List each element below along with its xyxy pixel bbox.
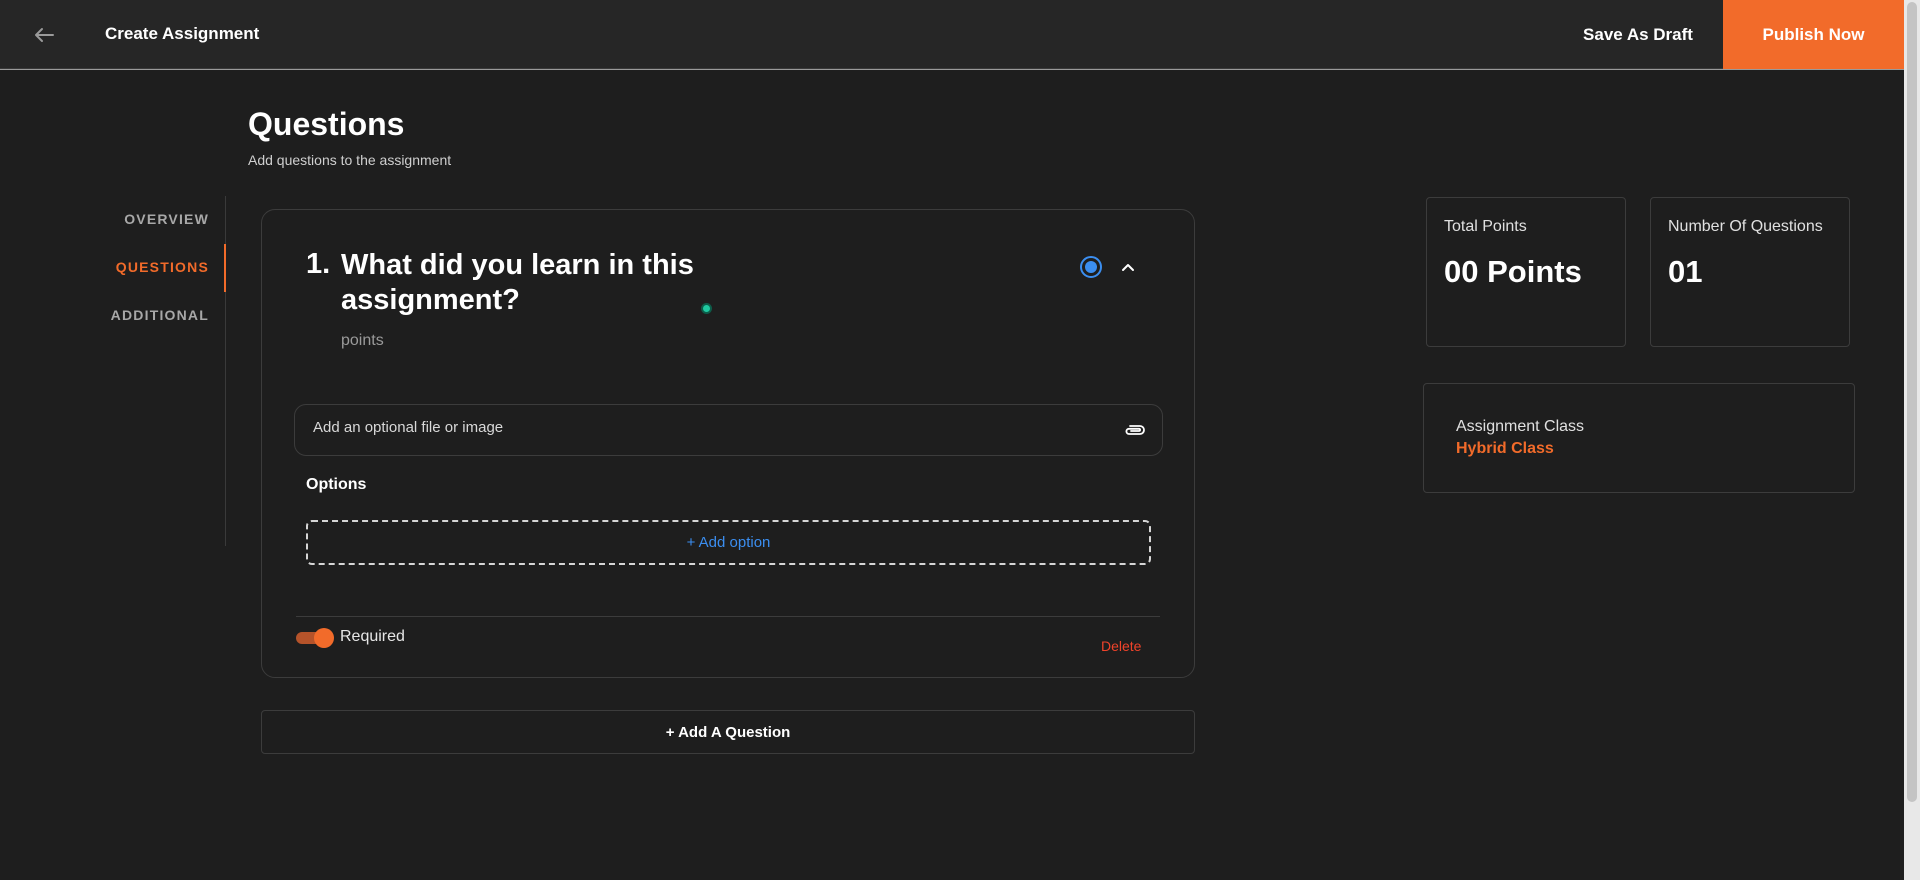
question-title[interactable]: What did you learn in this assignment? bbox=[341, 248, 781, 318]
add-option-button[interactable]: + Add option bbox=[306, 520, 1151, 565]
collapse-button[interactable] bbox=[1117, 256, 1139, 278]
page-subtitle: Add questions to the assignment bbox=[248, 152, 452, 168]
nav-item-additional[interactable]: ADDITIONAL bbox=[111, 307, 209, 323]
question-count-card: Number Of Questions 01 bbox=[1650, 197, 1850, 347]
divider bbox=[296, 616, 1160, 617]
total-points-label: Total Points bbox=[1444, 218, 1527, 235]
page-header-title: Create Assignment bbox=[105, 24, 260, 43]
paperclip-icon[interactable] bbox=[1124, 421, 1146, 439]
question-number: 1. bbox=[306, 248, 331, 280]
required-label: Required bbox=[340, 628, 405, 645]
delete-button[interactable]: Delete bbox=[1101, 638, 1141, 654]
nav-item-questions[interactable]: QUESTIONS bbox=[116, 259, 209, 275]
attachment-placeholder: Add an optional file or image bbox=[313, 419, 504, 436]
question-card: 1. What did you learn in this assignment… bbox=[261, 209, 1195, 678]
question-count-value: 01 bbox=[1668, 254, 1703, 289]
radio-icon[interactable] bbox=[1080, 256, 1102, 278]
attachment-field[interactable]: Add an optional file or image bbox=[294, 404, 1163, 456]
total-points-card: Total Points 00 Points bbox=[1426, 197, 1626, 347]
total-points-value: 00 Points bbox=[1444, 254, 1582, 289]
publish-button[interactable]: Publish Now bbox=[1723, 0, 1904, 69]
options-label: Options bbox=[306, 476, 367, 493]
chevron-up-icon bbox=[1122, 264, 1134, 271]
question-count-label: Number Of Questions bbox=[1668, 218, 1823, 235]
scrollbar-thumb[interactable] bbox=[1907, 2, 1917, 802]
back-button[interactable] bbox=[28, 22, 60, 48]
assignment-class-value[interactable]: Hybrid Class bbox=[1456, 440, 1554, 458]
add-question-button[interactable]: + Add A Question bbox=[261, 710, 1195, 754]
required-toggle[interactable] bbox=[296, 628, 334, 648]
save-draft-button[interactable]: Save As Draft bbox=[1568, 0, 1708, 69]
assignment-class-label: Assignment Class bbox=[1456, 418, 1585, 435]
arrow-left-icon bbox=[35, 28, 54, 42]
section-nav: OVERVIEW QUESTIONS ADDITIONAL bbox=[90, 196, 226, 546]
nav-item-overview[interactable]: OVERVIEW bbox=[124, 211, 209, 227]
nav-active-indicator bbox=[224, 244, 226, 292]
cursor-indicator bbox=[701, 303, 712, 314]
top-bar: Create Assignment Save As Draft Publish … bbox=[0, 0, 1904, 69]
question-points[interactable]: points bbox=[341, 332, 384, 350]
page-scrollbar[interactable] bbox=[1904, 0, 1920, 880]
assignment-class-card: Assignment Class Hybrid Class bbox=[1423, 383, 1855, 493]
page-title: Questions bbox=[248, 106, 405, 142]
